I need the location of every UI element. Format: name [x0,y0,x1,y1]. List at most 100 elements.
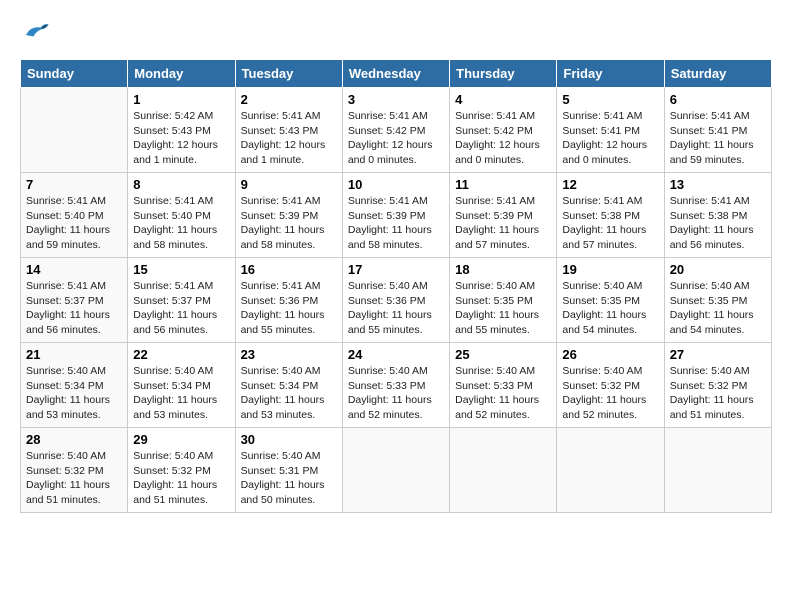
calendar-body: 1 Sunrise: 5:42 AMSunset: 5:43 PMDaylight… [21,88,772,513]
calendar-cell: 20 Sunrise: 5:40 AMSunset: 5:35 PMDayligh… [664,258,771,343]
day-header-sunday: Sunday [21,60,128,88]
calendar-cell: 10 Sunrise: 5:41 AMSunset: 5:39 PMDayligh… [342,173,449,258]
week-row-4: 21 Sunrise: 5:40 AMSunset: 5:34 PMDayligh… [21,343,772,428]
day-number: 16 [241,262,337,277]
day-info: Sunrise: 5:40 AMSunset: 5:35 PMDaylight:… [670,279,766,338]
calendar-cell: 9 Sunrise: 5:41 AMSunset: 5:39 PMDaylight… [235,173,342,258]
day-info: Sunrise: 5:41 AMSunset: 5:38 PMDaylight:… [562,194,658,253]
calendar-cell: 5Sunrise: 5:41 AMSunset: 5:41 PMDaylight… [557,88,664,173]
calendar-cell: 7 Sunrise: 5:41 AMSunset: 5:40 PMDaylight… [21,173,128,258]
day-number: 21 [26,347,122,362]
calendar-cell: 15 Sunrise: 5:41 AMSunset: 5:37 PMDayligh… [128,258,235,343]
day-info: Sunrise: 5:41 AMSunset: 5:40 PMDaylight:… [26,194,122,253]
calendar-cell: 29Sunrise: 5:40 AMSunset: 5:32 PMDayligh… [128,428,235,513]
day-info: Sunrise: 5:40 AMSunset: 5:31 PMDaylight:… [241,449,337,508]
day-info: Sunrise: 5:41 AMSunset: 5:42 PMDaylight:… [455,109,551,168]
week-row-3: 14 Sunrise: 5:41 AMSunset: 5:37 PMDayligh… [21,258,772,343]
day-number: 11 [455,177,551,192]
day-number: 1 [133,92,229,107]
day-number: 13 [670,177,766,192]
calendar-cell [450,428,557,513]
day-info: Sunrise: 5:40 AMSunset: 5:34 PMDaylight:… [26,364,122,423]
calendar-cell: 4Sunrise: 5:41 AMSunset: 5:42 PMDaylight… [450,88,557,173]
day-number: 12 [562,177,658,192]
day-number: 28 [26,432,122,447]
day-info: Sunrise: 5:40 AMSunset: 5:36 PMDaylight:… [348,279,444,338]
day-number: 26 [562,347,658,362]
calendar-cell: 25Sunrise: 5:40 AMSunset: 5:33 PMDayligh… [450,343,557,428]
calendar-cell: 12 Sunrise: 5:41 AMSunset: 5:38 PMDayligh… [557,173,664,258]
day-number: 2 [241,92,337,107]
day-info: Sunrise: 5:41 AMSunset: 5:36 PMDaylight:… [241,279,337,338]
day-number: 3 [348,92,444,107]
day-info: Sunrise: 5:41 AMSunset: 5:39 PMDaylight:… [241,194,337,253]
day-info: Sunrise: 5:40 AMSunset: 5:34 PMDaylight:… [133,364,229,423]
day-info: Sunrise: 5:42 AMSunset: 5:43 PMDaylight:… [133,109,229,168]
day-info: Sunrise: 5:41 AMSunset: 5:38 PMDaylight:… [670,194,766,253]
day-info: Sunrise: 5:41 AMSunset: 5:37 PMDaylight:… [133,279,229,338]
calendar-cell: 16 Sunrise: 5:41 AMSunset: 5:36 PMDayligh… [235,258,342,343]
day-header-wednesday: Wednesday [342,60,449,88]
day-number: 24 [348,347,444,362]
day-info: Sunrise: 5:41 AMSunset: 5:42 PMDaylight:… [348,109,444,168]
calendar-cell: 11 Sunrise: 5:41 AMSunset: 5:39 PMDayligh… [450,173,557,258]
day-header-friday: Friday [557,60,664,88]
day-number: 19 [562,262,658,277]
calendar-cell: 18Sunrise: 5:40 AMSunset: 5:35 PMDayligh… [450,258,557,343]
header [20,20,772,49]
day-header-saturday: Saturday [664,60,771,88]
day-number: 20 [670,262,766,277]
calendar-cell [21,88,128,173]
day-info: Sunrise: 5:41 AMSunset: 5:39 PMDaylight:… [348,194,444,253]
day-info: Sunrise: 5:40 AMSunset: 5:32 PMDaylight:… [670,364,766,423]
calendar-table: SundayMondayTuesdayWednesdayThursdayFrid… [20,59,772,513]
calendar-cell [557,428,664,513]
day-number: 9 [241,177,337,192]
calendar-cell: 19 Sunrise: 5:40 AMSunset: 5:35 PMDayligh… [557,258,664,343]
day-number: 14 [26,262,122,277]
week-row-5: 28 Sunrise: 5:40 AMSunset: 5:32 PMDayligh… [21,428,772,513]
logo-icon [20,20,50,44]
calendar-cell: 27 Sunrise: 5:40 AMSunset: 5:32 PMDayligh… [664,343,771,428]
day-header-monday: Monday [128,60,235,88]
day-info: Sunrise: 5:41 AMSunset: 5:37 PMDaylight:… [26,279,122,338]
calendar-cell: 23 Sunrise: 5:40 AMSunset: 5:34 PMDayligh… [235,343,342,428]
day-number: 27 [670,347,766,362]
day-info: Sunrise: 5:40 AMSunset: 5:32 PMDaylight:… [26,449,122,508]
day-number: 5 [562,92,658,107]
calendar-cell: 14 Sunrise: 5:41 AMSunset: 5:37 PMDayligh… [21,258,128,343]
day-number: 18 [455,262,551,277]
day-info: Sunrise: 5:40 AMSunset: 5:35 PMDaylight:… [562,279,658,338]
day-number: 10 [348,177,444,192]
day-number: 25 [455,347,551,362]
calendar-cell: 8Sunrise: 5:41 AMSunset: 5:40 PMDaylight… [128,173,235,258]
day-header-thursday: Thursday [450,60,557,88]
calendar-cell: 3 Sunrise: 5:41 AMSunset: 5:42 PMDaylight… [342,88,449,173]
calendar-cell: 6 Sunrise: 5:41 AMSunset: 5:41 PMDaylight… [664,88,771,173]
calendar-cell: 21 Sunrise: 5:40 AMSunset: 5:34 PMDayligh… [21,343,128,428]
day-number: 6 [670,92,766,107]
day-number: 23 [241,347,337,362]
day-info: Sunrise: 5:41 AMSunset: 5:41 PMDaylight:… [670,109,766,168]
calendar-cell: 28 Sunrise: 5:40 AMSunset: 5:32 PMDayligh… [21,428,128,513]
calendar-cell [342,428,449,513]
day-info: Sunrise: 5:41 AMSunset: 5:40 PMDaylight:… [133,194,229,253]
day-info: Sunrise: 5:40 AMSunset: 5:34 PMDaylight:… [241,364,337,423]
day-info: Sunrise: 5:41 AMSunset: 5:39 PMDaylight:… [455,194,551,253]
calendar-header-row: SundayMondayTuesdayWednesdayThursdayFrid… [21,60,772,88]
calendar-cell: 1 Sunrise: 5:42 AMSunset: 5:43 PMDaylight… [128,88,235,173]
day-header-tuesday: Tuesday [235,60,342,88]
calendar-cell: 24 Sunrise: 5:40 AMSunset: 5:33 PMDayligh… [342,343,449,428]
day-number: 7 [26,177,122,192]
calendar-cell: 13 Sunrise: 5:41 AMSunset: 5:38 PMDayligh… [664,173,771,258]
day-number: 22 [133,347,229,362]
logo [20,20,54,49]
day-number: 17 [348,262,444,277]
calendar-cell: 22 Sunrise: 5:40 AMSunset: 5:34 PMDayligh… [128,343,235,428]
day-info: Sunrise: 5:40 AMSunset: 5:32 PMDaylight:… [562,364,658,423]
day-info: Sunrise: 5:40 AMSunset: 5:32 PMDaylight:… [133,449,229,508]
day-info: Sunrise: 5:40 AMSunset: 5:33 PMDaylight:… [348,364,444,423]
day-number: 15 [133,262,229,277]
day-info: Sunrise: 5:41 AMSunset: 5:43 PMDaylight:… [241,109,337,168]
day-number: 30 [241,432,337,447]
